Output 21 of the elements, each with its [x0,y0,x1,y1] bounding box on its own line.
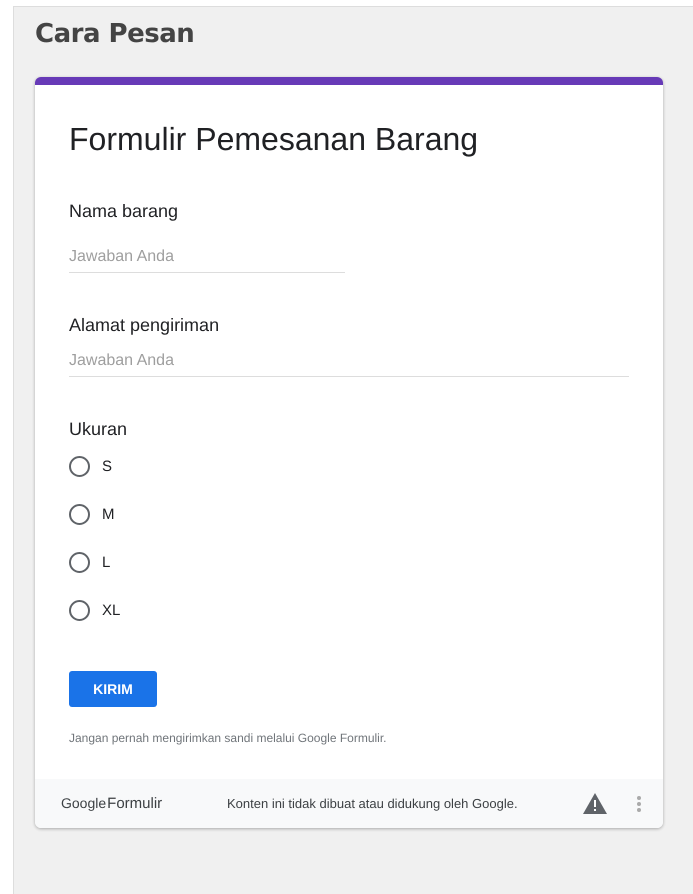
logo-product-text: Formulir [107,795,162,812]
question-label: Alamat pengiriman [69,315,220,336]
answer-field[interactable]: Jawaban Anda [69,348,629,377]
radio-button[interactable] [69,456,90,477]
radio-button[interactable] [69,600,90,621]
radio-button[interactable] [69,552,90,573]
disclaimer-text: Konten ini tidak dibuat atau didukung oleh Google. [227,796,518,811]
option-label[interactable]: L [102,554,110,571]
question-label: Ukuran [69,419,128,440]
logo-brand-text: Google [61,795,106,811]
option-label[interactable]: M [102,506,114,523]
answer-field[interactable]: Jawaban Anda [69,244,345,273]
radio-button[interactable] [69,504,90,525]
submit-button[interactable]: KIRIM [69,671,157,707]
question-label: Nama barang [69,201,178,222]
form-title: Formulir Pemesanan Barang [69,121,478,158]
option-label[interactable]: XL [102,602,120,619]
warning-icon[interactable] [583,793,607,814]
password-warning-text: Jangan pernah mengirimkan sandi melalui Google Formulir. [69,731,386,745]
option-label[interactable]: S [102,458,112,475]
page-title: Cara Pesan [35,19,194,49]
